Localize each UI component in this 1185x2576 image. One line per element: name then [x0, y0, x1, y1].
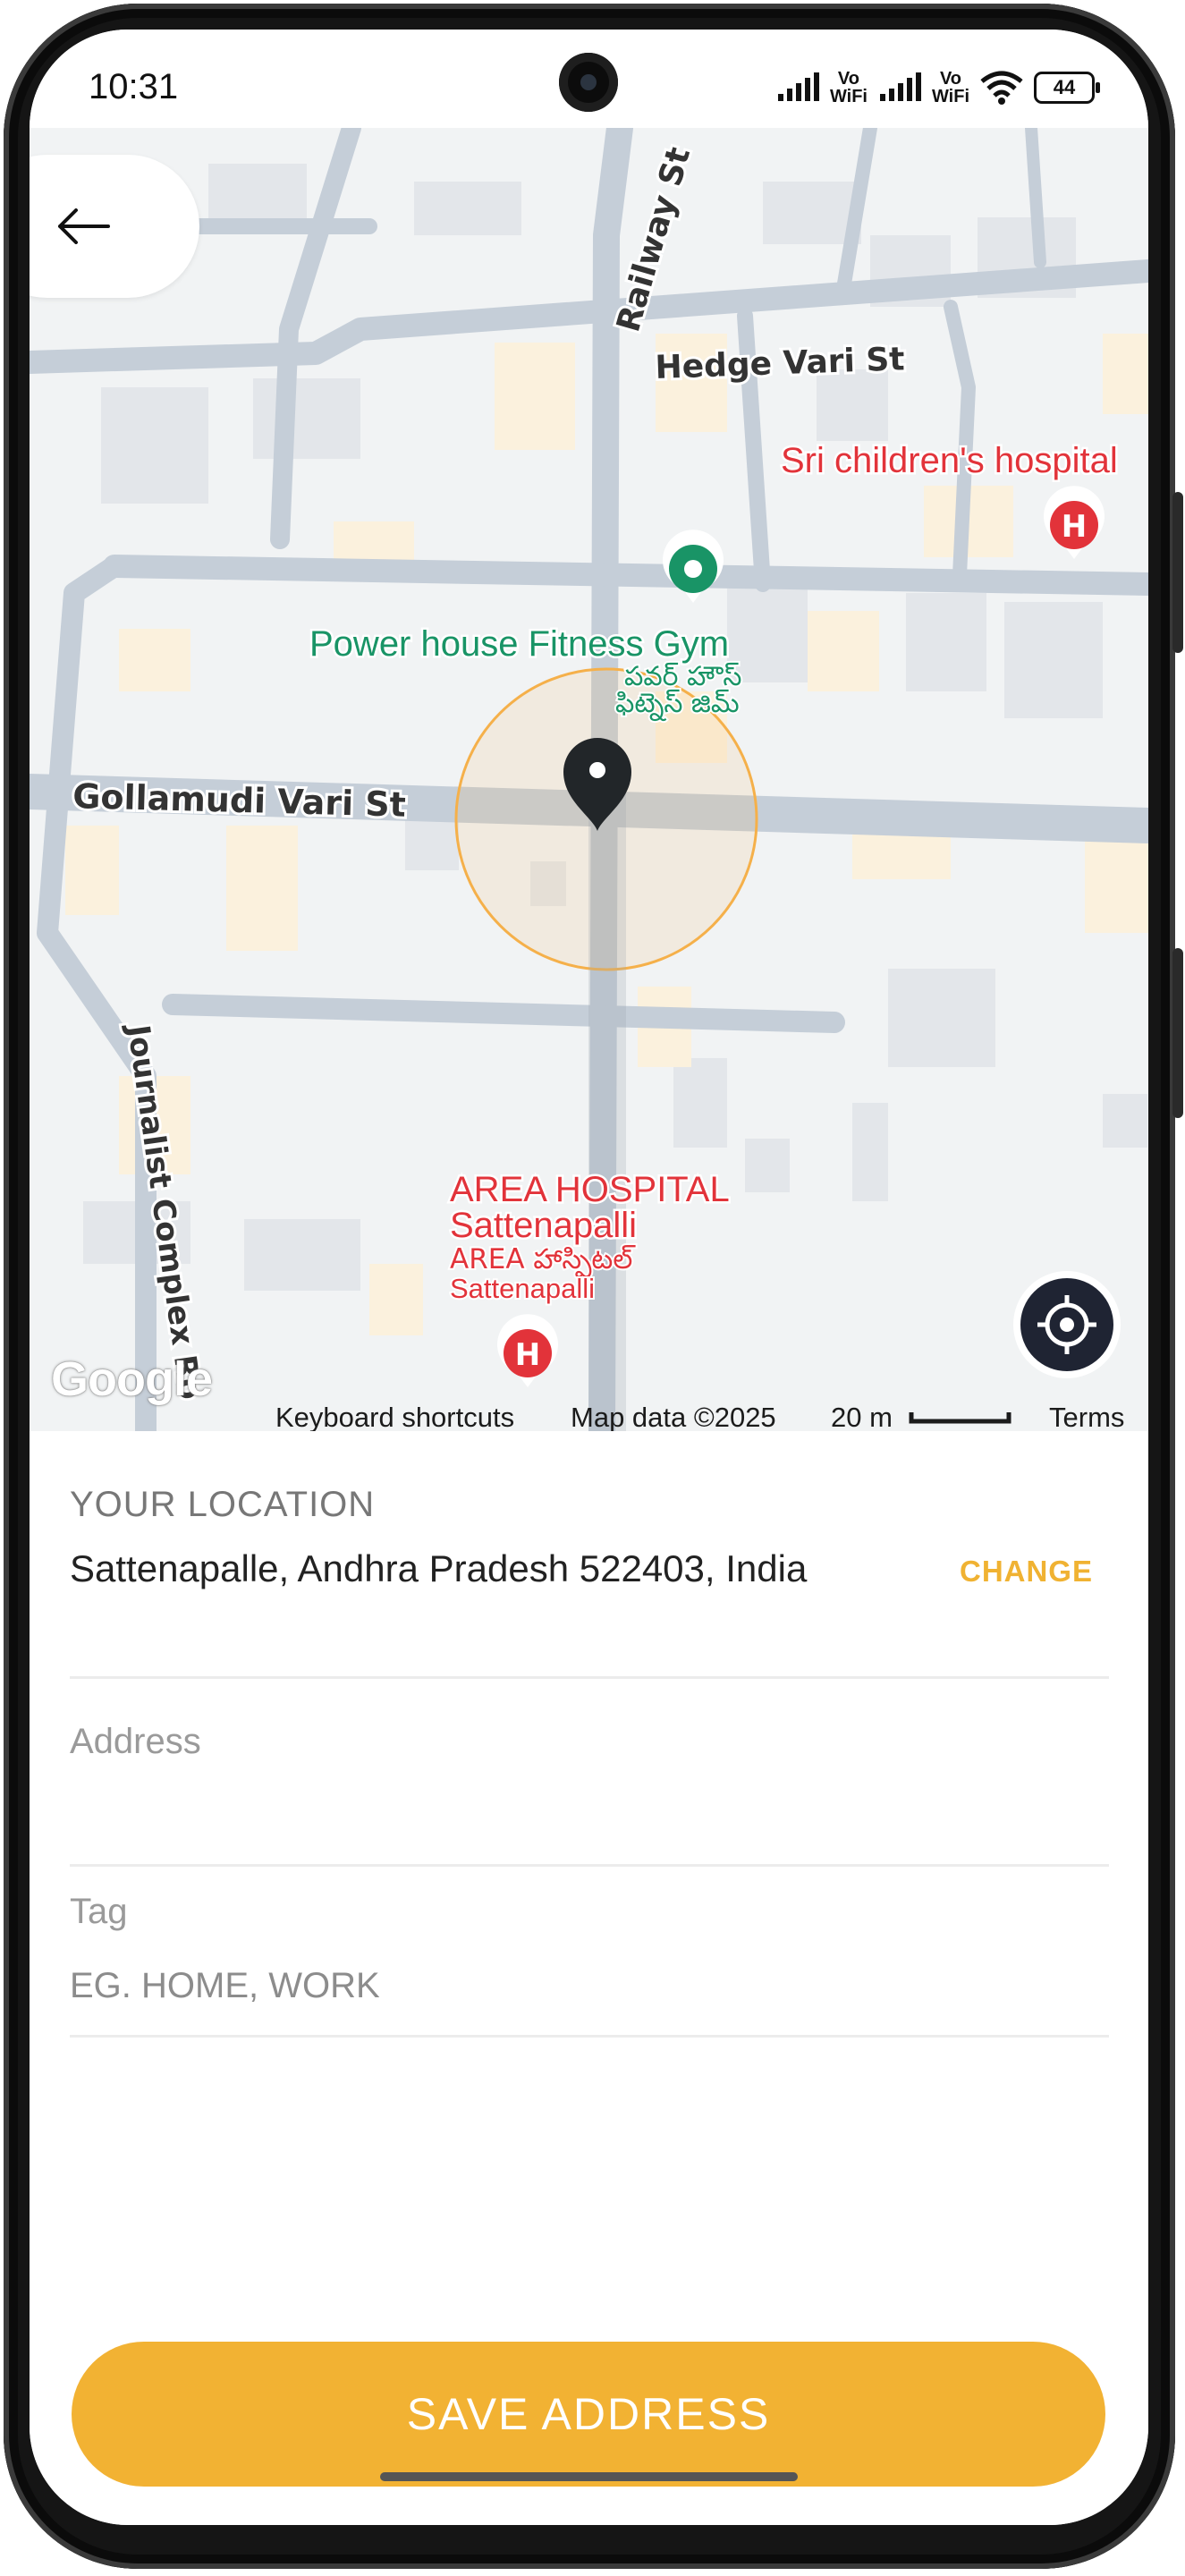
status-icons: Vo WiFi Vo WiFi 44	[776, 65, 1100, 110]
divider	[70, 1676, 1109, 1679]
signal-icon	[879, 72, 921, 101]
poi-label-area-hospital: Sattenapalli	[450, 1273, 595, 1304]
power-button	[1172, 948, 1183, 1118]
keyboard-shortcuts-link[interactable]: Keyboard shortcuts	[275, 1402, 514, 1431]
poi-label-area-hospital: AREA HOSPITAL	[450, 1170, 730, 1209]
change-location-button[interactable]: CHANGE	[960, 1555, 1093, 1589]
map-attribution: Keyboard shortcuts Map data ©2025 20 m T…	[30, 1402, 1148, 1431]
divider	[70, 2035, 1109, 2038]
crosshair-icon	[1037, 1295, 1096, 1354]
tag-label: Tag	[70, 1892, 128, 1931]
svg-text:H: H	[515, 1337, 540, 1373]
divider	[70, 1864, 1109, 1867]
wifi-icon	[980, 71, 1023, 105]
volume-button	[1172, 492, 1183, 653]
front-camera	[559, 53, 618, 112]
poi-label-gym-telugu: ఫిట్నెస్ జిమ్	[615, 688, 740, 722]
device: 10:31 Vo WiFi Vo WiFi 44 Railway St Hedg…	[0, 0, 1185, 2576]
street-label-gollamudi: Gollamudi Vari St	[72, 776, 407, 825]
location-heading: YOUR LOCATION	[70, 1485, 376, 1524]
vowifi-label: Vo WiFi	[829, 69, 868, 106]
signal-icon	[777, 72, 819, 101]
home-indicator[interactable]	[380, 2472, 798, 2481]
poi-label-childrens-hospital: Sri children's hospital	[781, 441, 1118, 480]
tag-input[interactable]	[70, 1959, 1109, 2012]
arrow-left-icon	[58, 208, 110, 244]
address-input[interactable]	[70, 1784, 1109, 1838]
location-value: Sattenapalle, Andhra Pradesh 522403, Ind…	[70, 1547, 808, 1589]
address-label: Address	[70, 1722, 201, 1761]
my-location-button[interactable]	[1013, 1271, 1121, 1378]
back-button[interactable]	[30, 155, 199, 298]
vowifi-label: Vo WiFi	[931, 69, 969, 106]
address-form: YOUR LOCATION Sattenapalle, Andhra Prade…	[30, 1431, 1148, 2525]
save-address-button[interactable]: SAVE ADDRESS	[72, 2342, 1105, 2487]
poi-label-gym: Power house Fitness Gym	[309, 624, 729, 664]
map-data-label: Map data ©2025	[571, 1402, 776, 1431]
battery-icon: 44	[1034, 72, 1100, 104]
scale-label: 20 m	[831, 1402, 893, 1431]
map-view[interactable]: Railway St Hedge Vari St Gollamudi Vari …	[30, 128, 1148, 1431]
google-logo: Google	[51, 1352, 213, 1406]
status-time: 10:31	[89, 67, 179, 106]
svg-text:H: H	[1062, 509, 1087, 545]
hospital-icon[interactable]: H	[497, 1314, 558, 1387]
terms-link[interactable]: Terms	[1049, 1402, 1124, 1431]
hospital-icon[interactable]: H	[1044, 486, 1105, 559]
map-canvas: Railway St Hedge Vari St Gollamudi Vari …	[30, 128, 1148, 1431]
screen: 10:31 Vo WiFi Vo WiFi 44 Railway St Hedg…	[30, 30, 1148, 2525]
poi-label-area-hospital: Sattenapalli	[450, 1206, 637, 1245]
status-bar: 10:31 Vo WiFi Vo WiFi 44	[30, 30, 1148, 128]
gym-icon[interactable]	[663, 530, 724, 603]
